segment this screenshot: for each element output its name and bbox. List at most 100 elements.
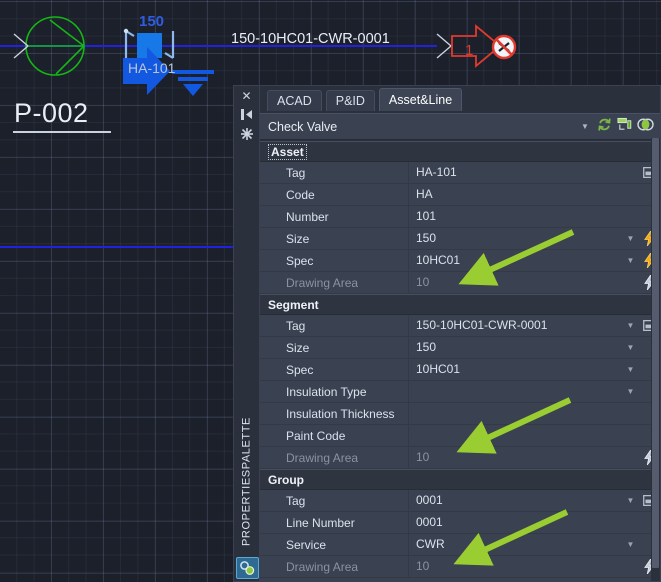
- property-value[interactable]: 10HC01: [408, 359, 622, 380]
- property-row[interactable]: Drawing Area 10: [260, 272, 660, 294]
- property-label: Paint Code: [286, 428, 346, 443]
- group-header-group[interactable]: Group: [260, 469, 660, 490]
- object-type-value: Check Valve: [268, 119, 338, 134]
- property-row[interactable]: Tag 0001 ▼: [260, 490, 660, 512]
- ground-symbol[interactable]: [172, 70, 214, 96]
- property-row[interactable]: Drawing Area 10: [260, 556, 660, 578]
- property-value[interactable]: 150: [408, 228, 622, 249]
- chevron-down-icon[interactable]: ▼: [622, 359, 639, 380]
- vertical-scrollbar[interactable]: [651, 138, 660, 581]
- quick-select-icon[interactable]: [617, 117, 632, 137]
- chevron-down-icon[interactable]: ▼: [622, 337, 639, 358]
- property-label: Tag: [286, 165, 306, 180]
- tab-acad[interactable]: ACAD: [267, 90, 322, 111]
- property-label: Spec: [286, 253, 314, 268]
- property-label: Drawing Area: [286, 275, 359, 290]
- close-icon[interactable]: ✕: [234, 86, 259, 105]
- property-label: Tag: [286, 493, 306, 508]
- property-value[interactable]: 0001: [408, 512, 622, 533]
- property-value[interactable]: HA-101: [408, 162, 622, 183]
- property-row[interactable]: Size 150 ▼: [260, 228, 660, 250]
- property-label: Tag: [286, 318, 306, 333]
- property-value[interactable]: 0001: [408, 490, 622, 511]
- property-row[interactable]: Spec 10HC01 ▼: [260, 250, 660, 272]
- chevron-down-icon[interactable]: ▼: [622, 381, 639, 402]
- property-value[interactable]: HA: [408, 184, 622, 205]
- property-row[interactable]: Service CWR ▼: [260, 534, 660, 556]
- properties-palette[interactable]: ✕ PROPERTIESPALETTE ACAD P&ID Asset&Line…: [233, 85, 661, 582]
- property-row[interactable]: Insulation Thickness: [260, 403, 660, 425]
- property-value[interactable]: CWR: [408, 534, 622, 555]
- palette-title: PROPERTIESPALETTE: [240, 417, 253, 547]
- property-label: Drawing Area: [286, 450, 359, 465]
- property-label: Service: [286, 537, 327, 552]
- property-label: Drawing Area: [286, 559, 359, 574]
- group-header-asset[interactable]: Asset: [260, 141, 660, 162]
- size-annotation: 150: [139, 13, 165, 30]
- property-value[interactable]: [408, 403, 622, 424]
- property-value[interactable]: 150-10HC01-CWR-0001: [408, 315, 622, 336]
- connector-number-annotation: 1: [465, 42, 474, 59]
- property-row[interactable]: Insulation Type ▼: [260, 381, 660, 403]
- property-label: Line Number: [286, 515, 355, 530]
- object-properties-icon[interactable]: [236, 557, 259, 579]
- auto-hide-icon[interactable]: [234, 105, 259, 124]
- tab-asset-line[interactable]: Asset&Line: [378, 88, 463, 111]
- property-row[interactable]: Tag 150-10HC01-CWR-0001 ▼: [260, 315, 660, 337]
- property-row[interactable]: Size 150 ▼: [260, 337, 660, 359]
- property-row[interactable]: Line Number 0001: [260, 512, 660, 534]
- cursor-pickbox-right: [436, 33, 452, 59]
- property-value[interactable]: 101: [408, 206, 622, 227]
- property-row[interactable]: Paint Code: [260, 425, 660, 447]
- property-row[interactable]: Tag HA-101: [260, 162, 660, 184]
- property-label: Insulation Thickness: [286, 406, 395, 421]
- scrollbar-thumb[interactable]: [652, 138, 659, 568]
- refresh-icon[interactable]: [597, 117, 612, 137]
- chevron-down-icon[interactable]: ▼: [622, 534, 639, 555]
- check-valve-symbol[interactable]: [25, 16, 85, 76]
- group-header-label: Asset: [268, 143, 307, 160]
- chevron-down-icon[interactable]: ▼: [622, 490, 639, 511]
- property-row[interactable]: Spec 10HC01 ▼: [260, 359, 660, 381]
- asset-tag-annotation: HA-101: [128, 60, 176, 76]
- property-row[interactable]: Drawing Area 10: [260, 447, 660, 469]
- property-row[interactable]: Number 101: [260, 206, 660, 228]
- property-label: Size: [286, 231, 310, 246]
- property-label: Spec: [286, 362, 314, 377]
- property-value[interactable]: 10: [408, 272, 622, 293]
- property-label: Number: [286, 209, 329, 224]
- property-label: Code: [286, 187, 315, 202]
- toggle-view-icon[interactable]: [637, 117, 654, 137]
- group-header-segment[interactable]: Segment: [260, 294, 660, 315]
- property-value[interactable]: 10HC01: [408, 250, 622, 271]
- property-row[interactable]: Code HA: [260, 184, 660, 206]
- page-title: P-002: [14, 98, 89, 128]
- page-title-underline: [13, 131, 111, 133]
- group-header-label: Segment: [268, 297, 319, 312]
- property-value[interactable]: [408, 381, 622, 402]
- property-value[interactable]: [408, 425, 622, 446]
- property-value[interactable]: 150: [408, 337, 622, 358]
- palette-title-bar[interactable]: ✕ PROPERTIESPALETTE: [234, 86, 260, 581]
- palette-menu-icon[interactable]: [234, 124, 259, 143]
- property-value[interactable]: 10: [408, 447, 622, 468]
- no-entry-badge-icon: [491, 34, 517, 60]
- chevron-down-icon[interactable]: ▼: [622, 315, 639, 336]
- tab-pid[interactable]: P&ID: [325, 90, 375, 111]
- group-header-label: Group: [268, 472, 304, 487]
- chevron-down-icon[interactable]: ▼: [622, 250, 639, 271]
- object-type-combobox[interactable]: Check Valve ▼: [260, 113, 660, 140]
- property-label: Size: [286, 340, 310, 355]
- properties-grid[interactable]: Asset Tag HA-101 Code HA Number 101 Size 150 ▼ Spe…: [260, 140, 660, 581]
- property-value[interactable]: 10: [408, 556, 622, 577]
- chevron-down-icon[interactable]: ▼: [576, 122, 594, 131]
- palette-tabs[interactable]: ACAD P&ID Asset&Line: [260, 86, 660, 111]
- chevron-down-icon[interactable]: ▼: [622, 228, 639, 249]
